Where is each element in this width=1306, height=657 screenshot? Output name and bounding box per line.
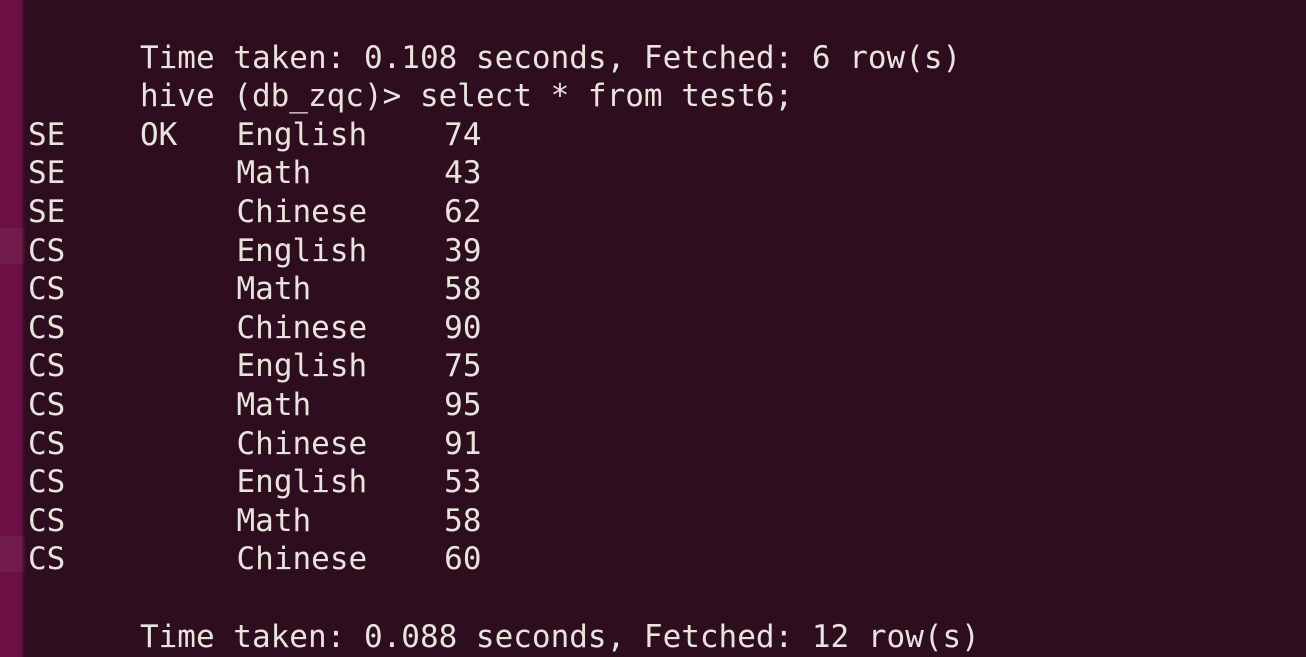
row-cell-department: SE bbox=[28, 116, 66, 153]
table-row: SE Math 43 bbox=[26, 154, 1306, 193]
row-cell-score: 75 bbox=[444, 348, 482, 385]
table-row: CS Chinese 60 bbox=[26, 540, 1306, 579]
row-cell-department: SE bbox=[28, 155, 66, 192]
row-cell-department: CS bbox=[28, 348, 66, 385]
row-cell-score: 39 bbox=[444, 232, 482, 269]
table-row: CS Chinese 90 bbox=[26, 309, 1306, 348]
row-cell-department: CS bbox=[28, 271, 66, 308]
row-cell-subject: Math bbox=[236, 271, 312, 308]
row-cell-score: 90 bbox=[444, 309, 482, 346]
row-cell-score: 62 bbox=[444, 193, 482, 230]
terminal-output-area[interactable]: Time taken: 0.108 seconds, Fetched: 6 ro… bbox=[26, 0, 1306, 657]
row-cell-subject: Chinese bbox=[236, 309, 368, 346]
table-row: CS English 53 bbox=[26, 463, 1306, 502]
row-cell-subject: Chinese bbox=[236, 425, 368, 462]
row-cell-score: 60 bbox=[444, 541, 482, 578]
row-cell-subject: English bbox=[236, 348, 368, 385]
table-row: CS Math 95 bbox=[26, 386, 1306, 425]
terminal-window[interactable]: Time taken: 0.108 seconds, Fetched: 6 ro… bbox=[0, 0, 1306, 657]
table-row: CS Math 58 bbox=[26, 502, 1306, 541]
table-row: CS Math 58 bbox=[26, 270, 1306, 309]
row-cell-score: 74 bbox=[444, 116, 482, 153]
row-cell-department: SE bbox=[28, 193, 66, 230]
row-cell-subject: Math bbox=[236, 386, 312, 423]
row-cell-subject: English bbox=[236, 464, 368, 501]
row-cell-department: CS bbox=[28, 425, 66, 462]
row-cell-score: 43 bbox=[444, 155, 482, 192]
status-line-current: Time taken: 0.088 seconds, Fetched: 12 r… bbox=[26, 579, 1306, 655]
row-cell-department: CS bbox=[28, 386, 66, 423]
row-cell-subject: Chinese bbox=[236, 193, 368, 230]
table-row: CS English 39 bbox=[26, 232, 1306, 271]
row-cell-department: CS bbox=[28, 502, 66, 539]
row-cell-score: 58 bbox=[444, 502, 482, 539]
row-cell-subject: English bbox=[236, 116, 368, 153]
row-cell-subject: Chinese bbox=[236, 541, 368, 578]
row-cell-score: 91 bbox=[444, 425, 482, 462]
row-cell-department: CS bbox=[28, 541, 66, 578]
row-cell-subject: Math bbox=[236, 502, 312, 539]
table-row: SE Chinese 62 bbox=[26, 193, 1306, 232]
row-cell-score: 95 bbox=[444, 386, 482, 423]
status-line-previous: Time taken: 0.108 seconds, Fetched: 6 ro… bbox=[26, 0, 1306, 76]
window-left-edge-strip bbox=[0, 0, 26, 657]
row-cell-score: 53 bbox=[444, 464, 482, 501]
row-cell-department: CS bbox=[28, 309, 66, 346]
row-cell-department: CS bbox=[28, 232, 66, 269]
row-cell-department: CS bbox=[28, 464, 66, 501]
row-cell-subject: English bbox=[236, 232, 368, 269]
table-row: SE English 74 bbox=[26, 116, 1306, 155]
table-row: CS English 75 bbox=[26, 347, 1306, 386]
command-input-line: hive (db_zqc)> select * from test6; bbox=[26, 39, 1306, 114]
row-cell-score: 58 bbox=[444, 271, 482, 308]
table-row: CS Chinese 91 bbox=[26, 425, 1306, 464]
final-prompt-line[interactable]: hive (db_zqc)> bbox=[26, 618, 1306, 657]
result-ok-line: OK bbox=[26, 77, 1306, 153]
query-result-rows: SE English 74 SE Math 43 SE Chinese 62 CS English 3… bbox=[26, 116, 1306, 579]
row-cell-subject: Math bbox=[236, 155, 312, 192]
